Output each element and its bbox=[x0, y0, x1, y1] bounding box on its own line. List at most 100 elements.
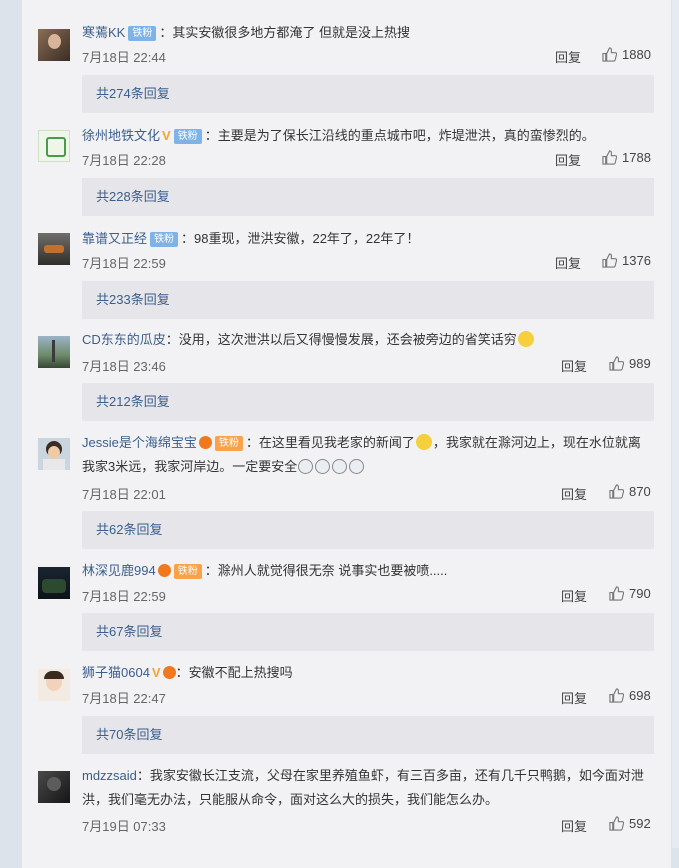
avatar[interactable] bbox=[38, 233, 70, 265]
reply-button[interactable]: 回复 bbox=[555, 47, 581, 66]
like-button[interactable]: 870 bbox=[609, 484, 651, 499]
fans-icon bbox=[157, 564, 171, 577]
comment-text: ：98重现，泄洪安徽，22年了，22年了！ bbox=[181, 231, 420, 246]
like-button[interactable]: 698 bbox=[609, 688, 651, 703]
comment-text: 我家3米远，我家河岸边。一定要安全 bbox=[82, 459, 298, 474]
comment-text: ：主要是为了保长江沿线的重点城市吧，炸堤泄洪，真的蛮惨烈的。 bbox=[204, 128, 595, 143]
fans-icon bbox=[198, 436, 212, 449]
comment-meta: 7月18日 22:59 回复 1376 bbox=[82, 253, 658, 271]
username-link[interactable]: mdzzsaid bbox=[82, 768, 137, 783]
view-replies-button[interactable]: 共212条回复 bbox=[82, 383, 654, 421]
view-replies-button[interactable]: 共70条回复 bbox=[82, 716, 654, 754]
emoji-icon bbox=[415, 434, 432, 450]
thumbs-up-icon bbox=[609, 816, 625, 831]
avatar[interactable] bbox=[38, 669, 70, 701]
avatar[interactable] bbox=[38, 438, 70, 470]
avatar[interactable] bbox=[38, 336, 70, 368]
comment-text-line: mdzzsaid：我家安徽长江支流，父母在家里养殖鱼虾，有三百多亩，还有几千只鸭… bbox=[82, 767, 658, 785]
page-edge bbox=[672, 0, 679, 848]
fan-badge: 铁粉 bbox=[128, 26, 157, 41]
comment-text: ：在这里看见我老家的新闻了 bbox=[245, 435, 415, 450]
verified-v-icon: V bbox=[162, 128, 171, 143]
reply-button[interactable]: 回复 bbox=[555, 253, 581, 272]
comment-text-line: 靠谱又正经 铁粉 ：98重现，泄洪安徽，22年了，22年了！ bbox=[82, 230, 658, 248]
username-link[interactable]: 靠谱又正经 bbox=[82, 231, 147, 246]
like-button[interactable]: 1880 bbox=[602, 47, 651, 62]
reply-button[interactable]: 回复 bbox=[555, 150, 581, 169]
comment-time: 7月18日 22:01 bbox=[82, 487, 166, 502]
fan-badge: 铁粉 bbox=[214, 436, 243, 451]
comment-meta: 7月18日 22:47 回复 698 bbox=[82, 688, 658, 706]
fan-badge: 铁粉 bbox=[150, 232, 179, 247]
reply-button[interactable]: 回复 bbox=[561, 356, 587, 375]
comment-text-line: 徐州地铁文化 V 铁粉 ：主要是为了保长江沿线的重点城市吧，炸堤泄洪，真的蛮惨烈的。 bbox=[82, 127, 658, 145]
comment-time: 7月18日 22:59 bbox=[82, 589, 166, 604]
reply-button[interactable]: 回复 bbox=[561, 816, 587, 835]
comment-time: 7月18日 23:46 bbox=[82, 359, 166, 374]
like-count: 592 bbox=[629, 816, 651, 831]
avatar[interactable] bbox=[38, 29, 70, 61]
like-button[interactable]: 1788 bbox=[602, 150, 651, 165]
thumbs-up-icon bbox=[602, 253, 618, 268]
reply-button[interactable]: 回复 bbox=[561, 586, 587, 605]
comment-text-line: 狮子猫0604 V ：安徽不配上热搜吗 bbox=[82, 664, 658, 682]
comment-text-line: 我家3米远，我家河岸边。一定要安全 bbox=[82, 458, 658, 476]
comment-time: 7月18日 22:44 bbox=[82, 50, 166, 65]
comment-text-line: 林深见鹿994 铁粉 ：滁州人就觉得很无奈 说事实也要被喷..... bbox=[82, 562, 658, 580]
reply-button[interactable]: 回复 bbox=[561, 688, 587, 707]
emoji-icon bbox=[349, 459, 365, 474]
emoji-icon bbox=[332, 459, 348, 474]
comment-time: 7月18日 22:47 bbox=[82, 691, 166, 706]
like-button[interactable]: 790 bbox=[609, 586, 651, 601]
verified-v-icon: V bbox=[151, 665, 161, 680]
like-button[interactable]: 592 bbox=[609, 816, 651, 831]
username-link[interactable]: 寒蔫KK bbox=[82, 25, 125, 40]
comment-time: 7月19日 07:33 bbox=[82, 819, 166, 834]
comment-text: ：我家安徽长江支流，父母在家里养殖鱼虾，有三百多亩，还有几千只鸭鹅，如今面对泄 bbox=[136, 768, 644, 783]
thumbs-up-icon bbox=[602, 150, 618, 165]
view-replies-button[interactable]: 共67条回复 bbox=[82, 613, 654, 651]
comment-text: ：没用，这次泄洪以后又得慢慢发展，还会被旁边的省笑话穷 bbox=[165, 332, 517, 347]
comment-text: ：安徽不配上热搜吗 bbox=[175, 665, 293, 680]
like-count: 1788 bbox=[622, 150, 651, 165]
comment-text: ：其实安徽很多地方都淹了 但就是没上热搜 bbox=[159, 25, 410, 40]
view-replies-button[interactable]: 共62条回复 bbox=[82, 511, 654, 549]
emoji-icon bbox=[298, 459, 314, 474]
comment-text-line: Jessie是个海绵宝宝 铁粉 ：在这里看见我老家的新闻了 ，我家就在滁河边上，现在水… bbox=[82, 434, 658, 452]
emoji-icon bbox=[517, 331, 534, 347]
username-link[interactable]: 林深见鹿994 bbox=[82, 563, 156, 578]
like-button[interactable]: 989 bbox=[609, 356, 651, 371]
username-link[interactable]: 狮子猫0604 bbox=[82, 665, 150, 680]
username-link[interactable]: Jessie是个海绵宝宝 bbox=[82, 435, 197, 450]
like-count: 1376 bbox=[622, 253, 651, 268]
avatar[interactable] bbox=[38, 771, 70, 803]
comment-text: ：滁州人就觉得很无奈 说事实也要被喷..... bbox=[204, 563, 448, 578]
username-link[interactable]: CD东东的瓜皮 bbox=[82, 332, 166, 347]
like-count: 790 bbox=[629, 586, 651, 601]
comment-meta: 7月18日 22:01 回复 870 bbox=[82, 484, 658, 502]
avatar[interactable] bbox=[38, 567, 70, 599]
comment-text-line: 洪，我们毫无办法，只能服从命令，面对这么大的损失，我们能怎么办。 bbox=[82, 791, 658, 809]
reply-button[interactable]: 回复 bbox=[561, 484, 587, 503]
comment-meta: 7月18日 22:44 回复 1880 bbox=[82, 47, 658, 65]
like-count: 989 bbox=[629, 356, 651, 371]
view-replies-button[interactable]: 共274条回复 bbox=[82, 75, 654, 113]
like-button[interactable]: 1376 bbox=[602, 253, 651, 268]
comment-meta: 7月19日 07:33 回复 592 bbox=[82, 816, 658, 834]
like-count: 1880 bbox=[622, 47, 651, 62]
thumbs-up-icon bbox=[602, 47, 618, 62]
comment-text-line: CD东东的瓜皮：没用，这次泄洪以后又得慢慢发展，还会被旁边的省笑话穷 bbox=[82, 331, 658, 349]
comment-meta: 7月18日 22:59 回复 790 bbox=[82, 586, 658, 604]
thumbs-up-icon bbox=[609, 688, 625, 703]
view-replies-button[interactable]: 共233条回复 bbox=[82, 281, 654, 319]
username-link[interactable]: 徐州地铁文化 bbox=[82, 128, 160, 143]
fans-icon bbox=[162, 666, 176, 679]
emoji-icon bbox=[315, 459, 331, 474]
view-replies-button[interactable]: 共228条回复 bbox=[82, 178, 654, 216]
comment-text: ，我家就在滁河边上，现在水位就离 bbox=[432, 435, 641, 450]
comment-meta: 7月18日 22:28 回复 1788 bbox=[82, 150, 658, 168]
thumbs-up-icon bbox=[609, 586, 625, 601]
fan-badge: 铁粉 bbox=[173, 564, 202, 579]
avatar[interactable] bbox=[38, 130, 70, 162]
comment-text: 洪，我们毫无办法，只能服从命令，面对这么大的损失，我们能怎么办。 bbox=[82, 792, 499, 807]
